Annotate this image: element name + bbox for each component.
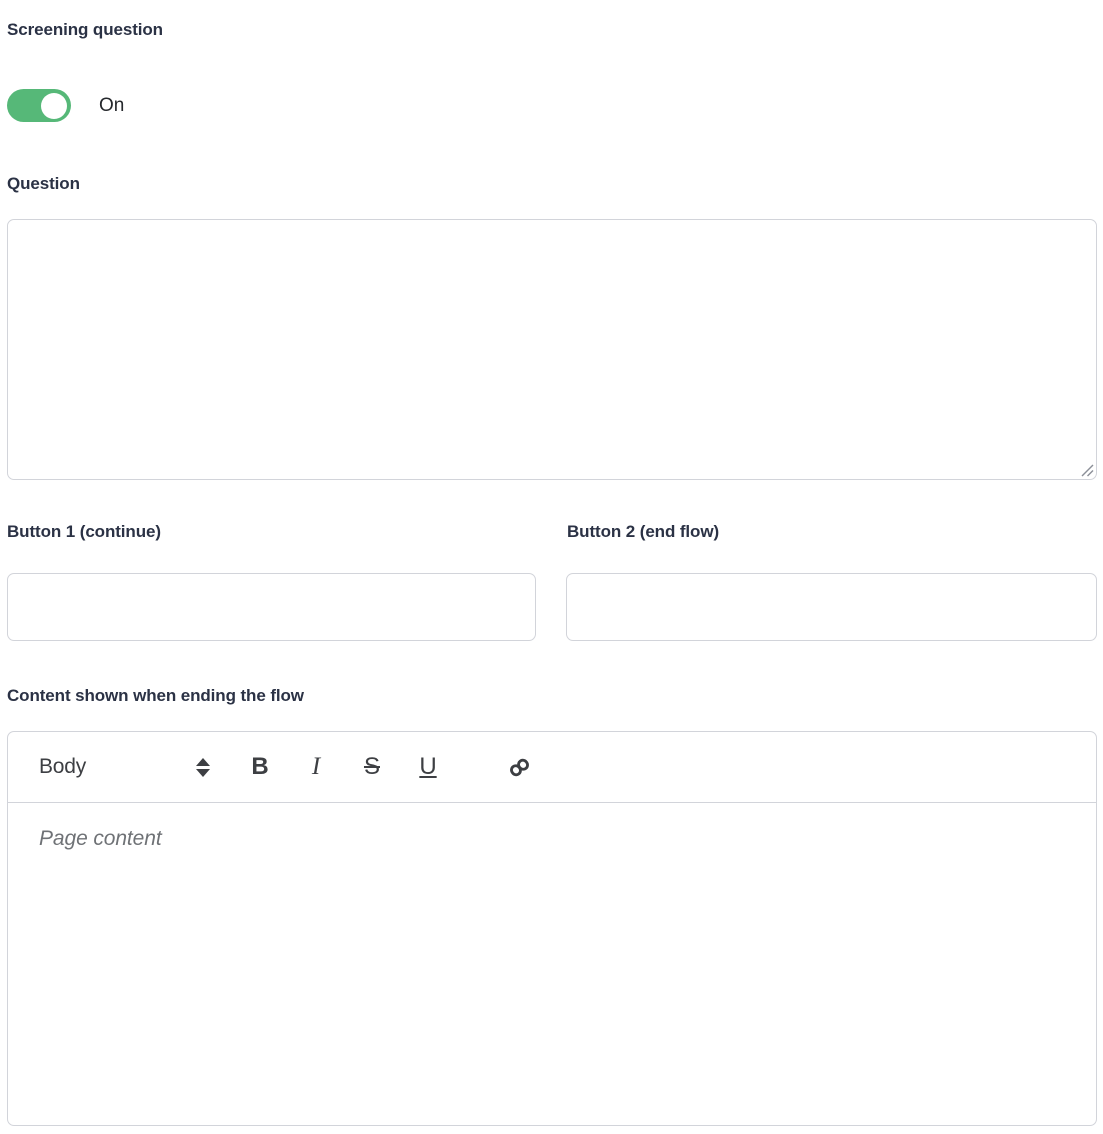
italic-button[interactable]: I xyxy=(298,749,334,785)
strikethrough-icon: S xyxy=(363,753,380,780)
button2-label: Button 2 (end flow) xyxy=(567,522,720,541)
editor-content-area[interactable]: Page content xyxy=(8,803,1096,875)
button1-label: Button 1 (continue) xyxy=(7,522,161,541)
link-icon xyxy=(509,758,529,776)
question-textarea-wrapper xyxy=(7,219,1097,480)
rich-text-editor: Body B I S U Page content xyxy=(7,731,1097,1126)
underline-button[interactable]: U xyxy=(410,749,446,785)
italic-icon: I xyxy=(311,753,321,780)
screening-question-toggle-row: On xyxy=(7,89,124,122)
screening-question-panel: Screening question On Question Button 1 … xyxy=(0,0,1103,1134)
end-flow-content-label: Content shown when ending the flow xyxy=(7,686,304,705)
toggle-state-label: On xyxy=(99,95,125,116)
underline-icon: U xyxy=(419,753,437,780)
toggle-knob xyxy=(41,92,67,119)
button1-input[interactable] xyxy=(7,573,536,641)
button2-input[interactable] xyxy=(566,573,1097,641)
stepper-updown-icon xyxy=(196,754,210,780)
editor-placeholder: Page content xyxy=(39,827,162,850)
question-label: Question xyxy=(7,174,80,193)
page-title: Screening question xyxy=(7,20,163,39)
bold-icon: B xyxy=(251,753,269,780)
screening-question-toggle[interactable] xyxy=(7,89,71,122)
text-style-select[interactable]: Body xyxy=(39,754,222,780)
link-button[interactable] xyxy=(501,749,537,785)
question-input[interactable] xyxy=(8,220,1096,479)
editor-toolbar: Body B I S U xyxy=(8,732,1096,803)
bold-button[interactable]: B xyxy=(242,749,278,785)
text-style-select-value: Body xyxy=(39,755,87,778)
strikethrough-button[interactable]: S xyxy=(354,749,390,785)
